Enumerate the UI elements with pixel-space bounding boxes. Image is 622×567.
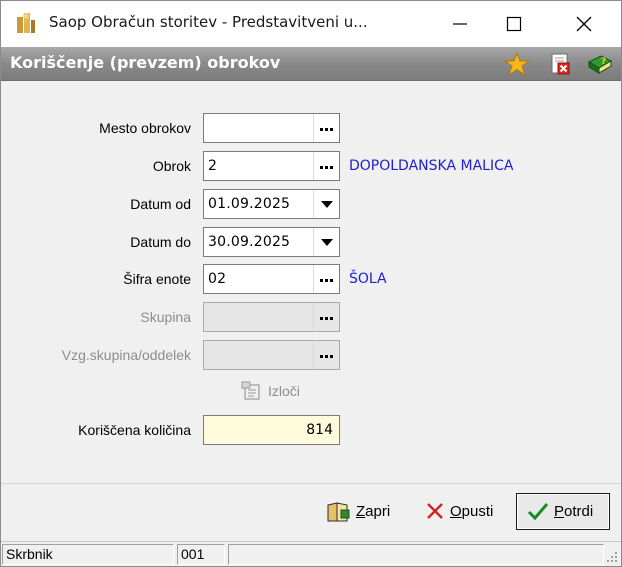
x-icon xyxy=(427,503,443,519)
close-window-button[interactable] xyxy=(557,1,611,47)
obrok-value: 2 xyxy=(208,158,218,174)
datum-do-label: Datum do xyxy=(130,234,191,250)
potrdi-label: otrdi xyxy=(564,503,594,520)
obrok-description: DOPOLDANSKA MALICA xyxy=(349,158,514,174)
datum-od-dropdown-button[interactable] xyxy=(313,190,339,218)
checkmark-icon xyxy=(527,503,549,521)
header-band: Koriščenje (prevzem) obrokov ? xyxy=(1,47,621,81)
favorite-star-icon[interactable] xyxy=(504,52,530,76)
maximize-button[interactable] xyxy=(487,1,541,47)
ellipsis-icon xyxy=(320,128,335,131)
close-book-icon xyxy=(327,502,350,522)
datum-do-field[interactable]: 30.09.2025 xyxy=(203,227,340,257)
obrok-lookup-button[interactable] xyxy=(313,152,339,180)
vzg-skupina-label: Vzg.skupina/oddelek xyxy=(61,347,191,363)
opusti-label: pusti xyxy=(461,503,494,520)
maximize-icon xyxy=(506,16,522,32)
mesto-obrokov-label: Mesto obrokov xyxy=(99,120,191,136)
exclude-icon xyxy=(241,381,260,400)
status-code: 001 xyxy=(177,544,225,565)
skupina-lookup-button[interactable] xyxy=(313,303,339,331)
potrdi-mnemonic: P xyxy=(554,503,565,520)
status-user: Skrbnik xyxy=(2,544,174,565)
status-extra xyxy=(228,544,604,565)
resize-grip-icon[interactable] xyxy=(605,550,619,564)
koriscena-kolicina-value: 814 xyxy=(306,422,333,438)
sifra-enote-value: 02 xyxy=(208,271,227,287)
ellipsis-icon xyxy=(320,279,335,282)
vzg-skupina-field[interactable] xyxy=(203,340,340,370)
help-book-icon[interactable]: ? xyxy=(587,52,613,76)
izloci-label: Izloči xyxy=(268,383,300,399)
sifra-enote-field[interactable]: 02 xyxy=(203,264,340,294)
ellipsis-icon xyxy=(320,317,335,320)
datum-od-label: Datum od xyxy=(130,196,191,212)
opusti-mnemonic: O xyxy=(450,503,462,520)
status-bar: Skrbnik 001 xyxy=(1,541,621,566)
koriscena-kolicina-field: 814 xyxy=(203,415,340,445)
potrdi-button[interactable]: Potrdi xyxy=(516,493,610,530)
page-title: Koriščenje (prevzem) obrokov xyxy=(10,53,281,72)
datum-do-dropdown-button[interactable] xyxy=(313,228,339,256)
sifra-enote-label: Šifra enote xyxy=(123,271,191,287)
minimize-icon xyxy=(453,23,467,25)
datum-do-value: 30.09.2025 xyxy=(208,234,291,250)
skupina-field[interactable] xyxy=(203,302,340,332)
divider xyxy=(1,483,621,484)
opusti-button[interactable]: Opusti xyxy=(425,493,505,531)
skupina-label: Skupina xyxy=(140,309,191,325)
zapri-label: apri xyxy=(365,503,391,520)
ellipsis-icon xyxy=(320,166,335,169)
datum-od-value: 01.09.2025 xyxy=(208,196,291,212)
obrok-label: Obrok xyxy=(152,158,191,174)
obrok-field[interactable]: 2 xyxy=(203,151,340,181)
mesto-obrokov-field[interactable] xyxy=(203,113,340,143)
minimize-button[interactable] xyxy=(433,1,487,47)
close-icon xyxy=(576,16,592,32)
sifra-enote-description: ŠOLA xyxy=(349,271,387,287)
chevron-down-icon xyxy=(321,239,333,246)
chevron-down-icon xyxy=(321,201,333,208)
title-bar[interactable]: Saop Obračun storitev - Predstavitveni u… xyxy=(1,1,621,47)
dialog-window: Saop Obračun storitev - Predstavitveni u… xyxy=(0,0,622,567)
datum-od-field[interactable]: 01.09.2025 xyxy=(203,189,340,219)
ellipsis-icon xyxy=(320,355,335,358)
mesto-obrokov-lookup-button[interactable] xyxy=(313,114,339,142)
zapri-mnemonic: Z xyxy=(356,503,366,520)
vzg-skupina-lookup-button[interactable] xyxy=(313,341,339,369)
window-title: Saop Obračun storitev - Predstavitveni u… xyxy=(49,13,368,31)
svg-text:?: ? xyxy=(601,57,606,67)
close-document-icon[interactable] xyxy=(547,52,573,76)
koriscena-kolicina-label: Koriščena količina xyxy=(78,422,191,438)
app-icon xyxy=(17,13,35,33)
zapri-button[interactable]: Zapri xyxy=(325,493,399,531)
sifra-enote-lookup-button[interactable] xyxy=(313,265,339,293)
